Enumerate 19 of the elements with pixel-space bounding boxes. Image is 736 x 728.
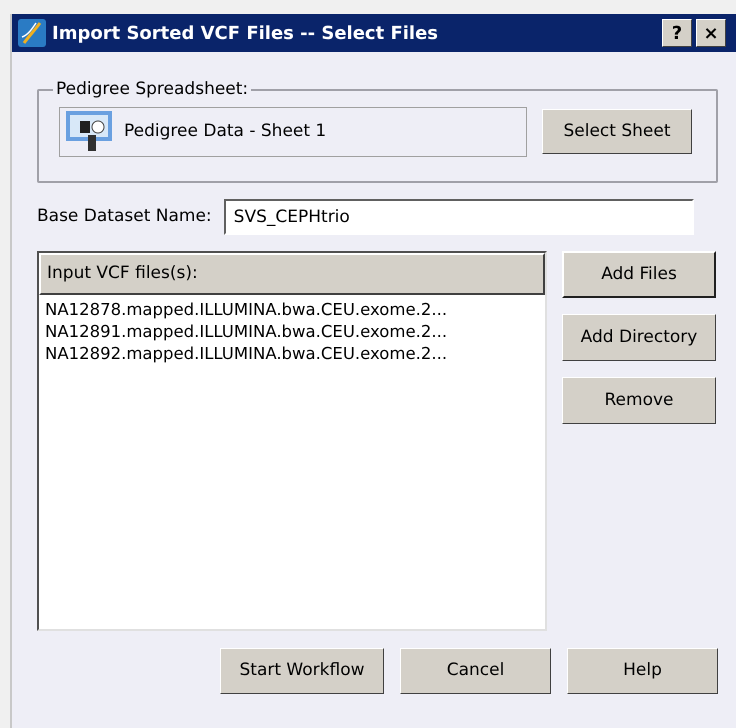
window-title: Import Sorted VCF Files -- Select Files — [52, 22, 438, 46]
select-sheet-button[interactable]: Select Sheet — [542, 109, 692, 154]
help-button[interactable]: ? — [662, 19, 692, 47]
spreadsheet-icon — [66, 110, 112, 152]
dialog-button[interactable]: Cancel — [400, 648, 551, 694]
side-button[interactable]: Add Directory — [562, 314, 716, 361]
close-button[interactable]: × — [696, 19, 726, 47]
dialog-button[interactable]: Start Workflow — [220, 648, 384, 694]
sheet-name: Pedigree Data - Sheet 1 — [124, 120, 326, 143]
file-item[interactable]: NA12891.mapped.ILLUMINA.bwa.CEU.exome.2... — [45, 321, 539, 343]
dialog-button[interactable]: Help — [567, 648, 718, 694]
side-button[interactable]: Add Files — [562, 251, 716, 298]
list-header: Input VCF files(s): — [39, 253, 545, 295]
file-item[interactable]: NA12892.mapped.ILLUMINA.bwa.CEU.exome.2... — [45, 343, 539, 365]
group-legend: Pedigree Spreadsheet: — [53, 77, 252, 102]
file-item[interactable]: NA12878.mapped.ILLUMINA.bwa.CEU.exome.2... — [45, 299, 539, 321]
side-button[interactable]: Remove — [562, 377, 716, 424]
base-dataset-label: Base Dataset Name: — [37, 205, 212, 228]
base-dataset-field[interactable]: SVS_CEPHtrio — [224, 199, 694, 235]
